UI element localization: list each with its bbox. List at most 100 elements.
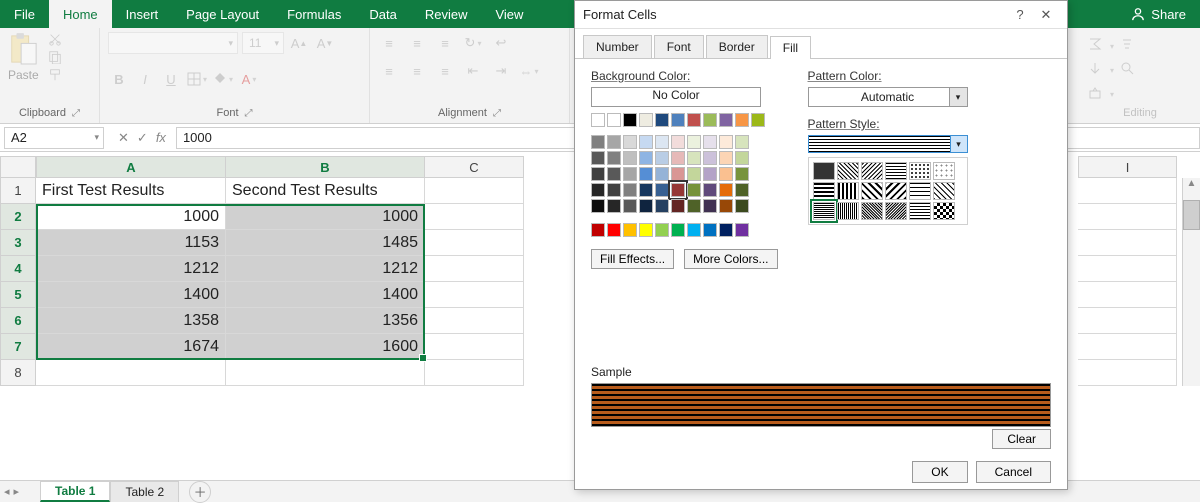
orientation-icon[interactable]: ↻ (462, 32, 484, 54)
row-header[interactable]: 7 (0, 334, 36, 360)
cell-i3[interactable] (1078, 230, 1177, 256)
wrap-text-icon[interactable]: ↩ (490, 32, 512, 54)
dialog-tab-number[interactable]: Number (583, 35, 652, 58)
fill-effects-button[interactable]: Fill Effects... (591, 249, 674, 269)
color-swatch[interactable] (591, 223, 605, 237)
color-swatch[interactable] (703, 167, 717, 181)
align-top-icon[interactable]: ≡ (378, 32, 400, 54)
color-swatch[interactable] (671, 183, 685, 197)
cell-b8[interactable] (226, 360, 425, 386)
cell-c3[interactable] (425, 230, 524, 256)
pattern-style-combo[interactable]: ▾ (808, 135, 968, 153)
align-bottom-icon[interactable]: ≡ (434, 32, 456, 54)
cell-a7[interactable]: 1674 (36, 334, 226, 360)
color-swatch[interactable] (719, 113, 733, 127)
copy-icon[interactable] (47, 50, 63, 64)
color-swatch[interactable] (639, 183, 653, 197)
tab-formulas[interactable]: Formulas (273, 0, 355, 28)
color-swatch[interactable] (751, 113, 765, 127)
cancel-button[interactable]: Cancel (976, 461, 1051, 483)
align-middle-icon[interactable]: ≡ (406, 32, 428, 54)
color-swatch[interactable] (607, 113, 621, 127)
increase-font-icon[interactable]: A▲ (288, 32, 310, 54)
row-header[interactable]: 2 (0, 204, 36, 230)
cell-b7[interactable]: 1600 (226, 334, 425, 360)
ok-button[interactable]: OK (912, 461, 967, 483)
color-swatch[interactable] (623, 135, 637, 149)
color-swatch[interactable] (607, 167, 621, 181)
pattern-swatch[interactable] (861, 202, 883, 220)
dialog-tab-border[interactable]: Border (706, 35, 768, 58)
cell-b3[interactable]: 1485 (226, 230, 425, 256)
tab-file[interactable]: File (0, 0, 49, 28)
color-swatch[interactable] (639, 151, 653, 165)
cancel-formula-icon[interactable]: ✕ (118, 130, 129, 146)
color-swatch[interactable] (623, 223, 637, 237)
color-swatch[interactable] (623, 183, 637, 197)
find-select-icon[interactable] (1120, 61, 1134, 75)
cell-a8[interactable] (36, 360, 226, 386)
bold-button[interactable]: B (108, 68, 130, 90)
no-color-swatch[interactable] (591, 113, 605, 127)
color-swatch[interactable] (639, 113, 653, 127)
cell-i2[interactable] (1078, 204, 1177, 230)
color-swatch[interactable] (719, 151, 733, 165)
cell-c1[interactable] (425, 178, 524, 204)
color-swatch[interactable] (671, 151, 685, 165)
cell-c7[interactable] (425, 334, 524, 360)
color-swatch[interactable] (671, 199, 685, 213)
color-swatch[interactable] (623, 199, 637, 213)
color-swatch[interactable] (703, 113, 717, 127)
color-swatch[interactable] (591, 135, 605, 149)
color-swatch[interactable] (687, 113, 701, 127)
color-swatch[interactable] (623, 113, 637, 127)
col-header-c[interactable]: C (425, 156, 524, 178)
merge-center-icon[interactable]: ⇔ (518, 60, 540, 82)
color-swatch[interactable] (655, 135, 669, 149)
sheet-nav-next-icon[interactable]: ▸ (14, 485, 20, 498)
color-swatch[interactable] (719, 135, 733, 149)
pattern-swatch[interactable] (885, 202, 907, 220)
pattern-swatch[interactable] (909, 182, 931, 200)
color-swatch[interactable] (639, 223, 653, 237)
color-swatch[interactable] (687, 167, 701, 181)
color-swatch[interactable] (639, 167, 653, 181)
pattern-swatch[interactable] (813, 202, 835, 220)
share-button[interactable]: Share (1117, 0, 1200, 28)
pattern-swatch[interactable] (813, 162, 835, 180)
pattern-swatch[interactable] (909, 162, 931, 180)
pattern-color-combo[interactable]: Automatic ▾ (808, 87, 968, 107)
new-sheet-button[interactable]: ＋ (189, 481, 211, 503)
cell-c2[interactable] (425, 204, 524, 230)
pattern-swatch[interactable] (813, 182, 835, 200)
row-header[interactable]: 3 (0, 230, 36, 256)
align-left-icon[interactable]: ≡ (378, 60, 400, 82)
color-swatch[interactable] (719, 167, 733, 181)
color-swatch[interactable] (719, 223, 733, 237)
col-header-i[interactable]: I (1078, 156, 1177, 178)
cell-b2[interactable]: 1000 (226, 204, 425, 230)
pattern-swatch[interactable] (837, 202, 859, 220)
cell-c6[interactable] (425, 308, 524, 334)
tab-insert[interactable]: Insert (112, 0, 173, 28)
color-swatch[interactable] (687, 151, 701, 165)
dialog-tab-font[interactable]: Font (654, 35, 704, 58)
decrease-indent-icon[interactable]: ⇤ (462, 60, 484, 82)
align-right-icon[interactable]: ≡ (434, 60, 456, 82)
pattern-swatch[interactable] (885, 162, 907, 180)
cell-b5[interactable]: 1400 (226, 282, 425, 308)
col-header-a[interactable]: A (36, 156, 226, 178)
color-swatch[interactable] (735, 183, 749, 197)
cell-a4[interactable]: 1212 (36, 256, 226, 282)
color-swatch[interactable] (687, 223, 701, 237)
dialog-tab-fill[interactable]: Fill (770, 36, 811, 59)
cell-i7[interactable] (1078, 334, 1177, 360)
help-icon[interactable]: ? (1007, 7, 1033, 22)
clear-button[interactable]: Clear (992, 429, 1051, 449)
no-color-button[interactable]: No Color (591, 87, 761, 107)
font-name-combo[interactable] (108, 32, 238, 54)
borders-button[interactable] (186, 68, 208, 90)
pattern-swatch[interactable] (861, 162, 883, 180)
cell-c4[interactable] (425, 256, 524, 282)
cell-b4[interactable]: 1212 (226, 256, 425, 282)
